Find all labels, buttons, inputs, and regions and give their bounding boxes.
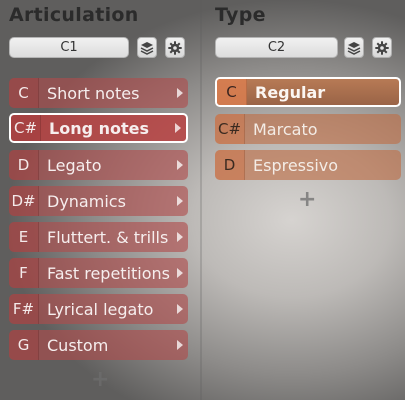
- chevron-right-icon: [177, 304, 183, 314]
- item-label: Marcato: [253, 119, 318, 139]
- articulation-selector[interactable]: C1: [9, 37, 129, 58]
- key-label: D: [215, 150, 245, 180]
- add-articulation-button[interactable]: +: [91, 367, 109, 392]
- articulation-layers-button[interactable]: [137, 37, 157, 58]
- articulation-item-legato[interactable]: D Legato: [9, 150, 188, 180]
- key-label: C#: [11, 115, 41, 141]
- item-label: Dynamics: [47, 191, 126, 211]
- type-item-regular[interactable]: C Regular: [215, 77, 401, 107]
- key-label: D#: [9, 186, 39, 216]
- chevron-right-icon: [177, 160, 183, 170]
- type-settings-button[interactable]: [372, 37, 392, 58]
- item-label: Lyrical legato: [47, 299, 154, 319]
- articulation-item-short-notes[interactable]: C Short notes: [9, 78, 188, 108]
- key-label: G: [9, 330, 39, 360]
- articulation-settings-button[interactable]: [165, 37, 185, 58]
- item-label: Long notes: [49, 118, 150, 138]
- type-layers-button[interactable]: [344, 37, 364, 58]
- articulation-title: Articulation: [9, 4, 139, 26]
- chevron-right-icon: [177, 340, 183, 350]
- type-item-marcato[interactable]: C# Marcato: [215, 114, 401, 144]
- articulation-item-custom[interactable]: G Custom: [9, 330, 188, 360]
- articulation-item-long-notes[interactable]: C# Long notes: [9, 113, 188, 143]
- chevron-right-icon: [177, 268, 183, 278]
- item-label: Espressivo: [253, 155, 339, 175]
- key-label: C: [9, 78, 39, 108]
- type-panel: Type C2 C Regular C# Marcato D Espressiv…: [205, 0, 405, 400]
- key-label: F#: [9, 294, 39, 324]
- key-label: C: [217, 79, 247, 105]
- layers-icon: [347, 41, 361, 55]
- panel-divider: [200, 0, 202, 400]
- chevron-right-icon: [175, 123, 181, 133]
- type-title: Type: [215, 4, 266, 26]
- articulation-item-lyrical-legato[interactable]: F# Lyrical legato: [9, 294, 188, 324]
- articulation-panel: Articulation C1 C Short notes C# Long no…: [0, 0, 200, 400]
- type-item-espressivo[interactable]: D Espressivo: [215, 150, 401, 180]
- chevron-right-icon: [177, 88, 183, 98]
- key-label: E: [9, 222, 39, 252]
- item-label: Short notes: [47, 83, 140, 103]
- add-type-button[interactable]: +: [298, 187, 316, 212]
- item-label: Fluttert. & trills: [47, 227, 169, 247]
- articulation-item-fast-repetitions[interactable]: F Fast repetitions: [9, 258, 188, 288]
- chevron-right-icon: [177, 232, 183, 242]
- key-label: D: [9, 150, 39, 180]
- item-label: Custom: [47, 335, 109, 355]
- gear-icon: [168, 40, 182, 55]
- key-label: C#: [215, 114, 245, 144]
- chevron-right-icon: [177, 196, 183, 206]
- articulation-item-fluttert-trills[interactable]: E Fluttert. & trills: [9, 222, 188, 252]
- type-selector[interactable]: C2: [215, 37, 338, 58]
- gear-icon: [375, 40, 389, 55]
- item-label: Fast repetitions: [47, 263, 171, 283]
- item-label: Legato: [47, 155, 102, 175]
- item-label: Regular: [255, 82, 326, 102]
- layers-icon: [140, 41, 154, 55]
- articulation-item-dynamics[interactable]: D# Dynamics: [9, 186, 188, 216]
- key-label: F: [9, 258, 39, 288]
